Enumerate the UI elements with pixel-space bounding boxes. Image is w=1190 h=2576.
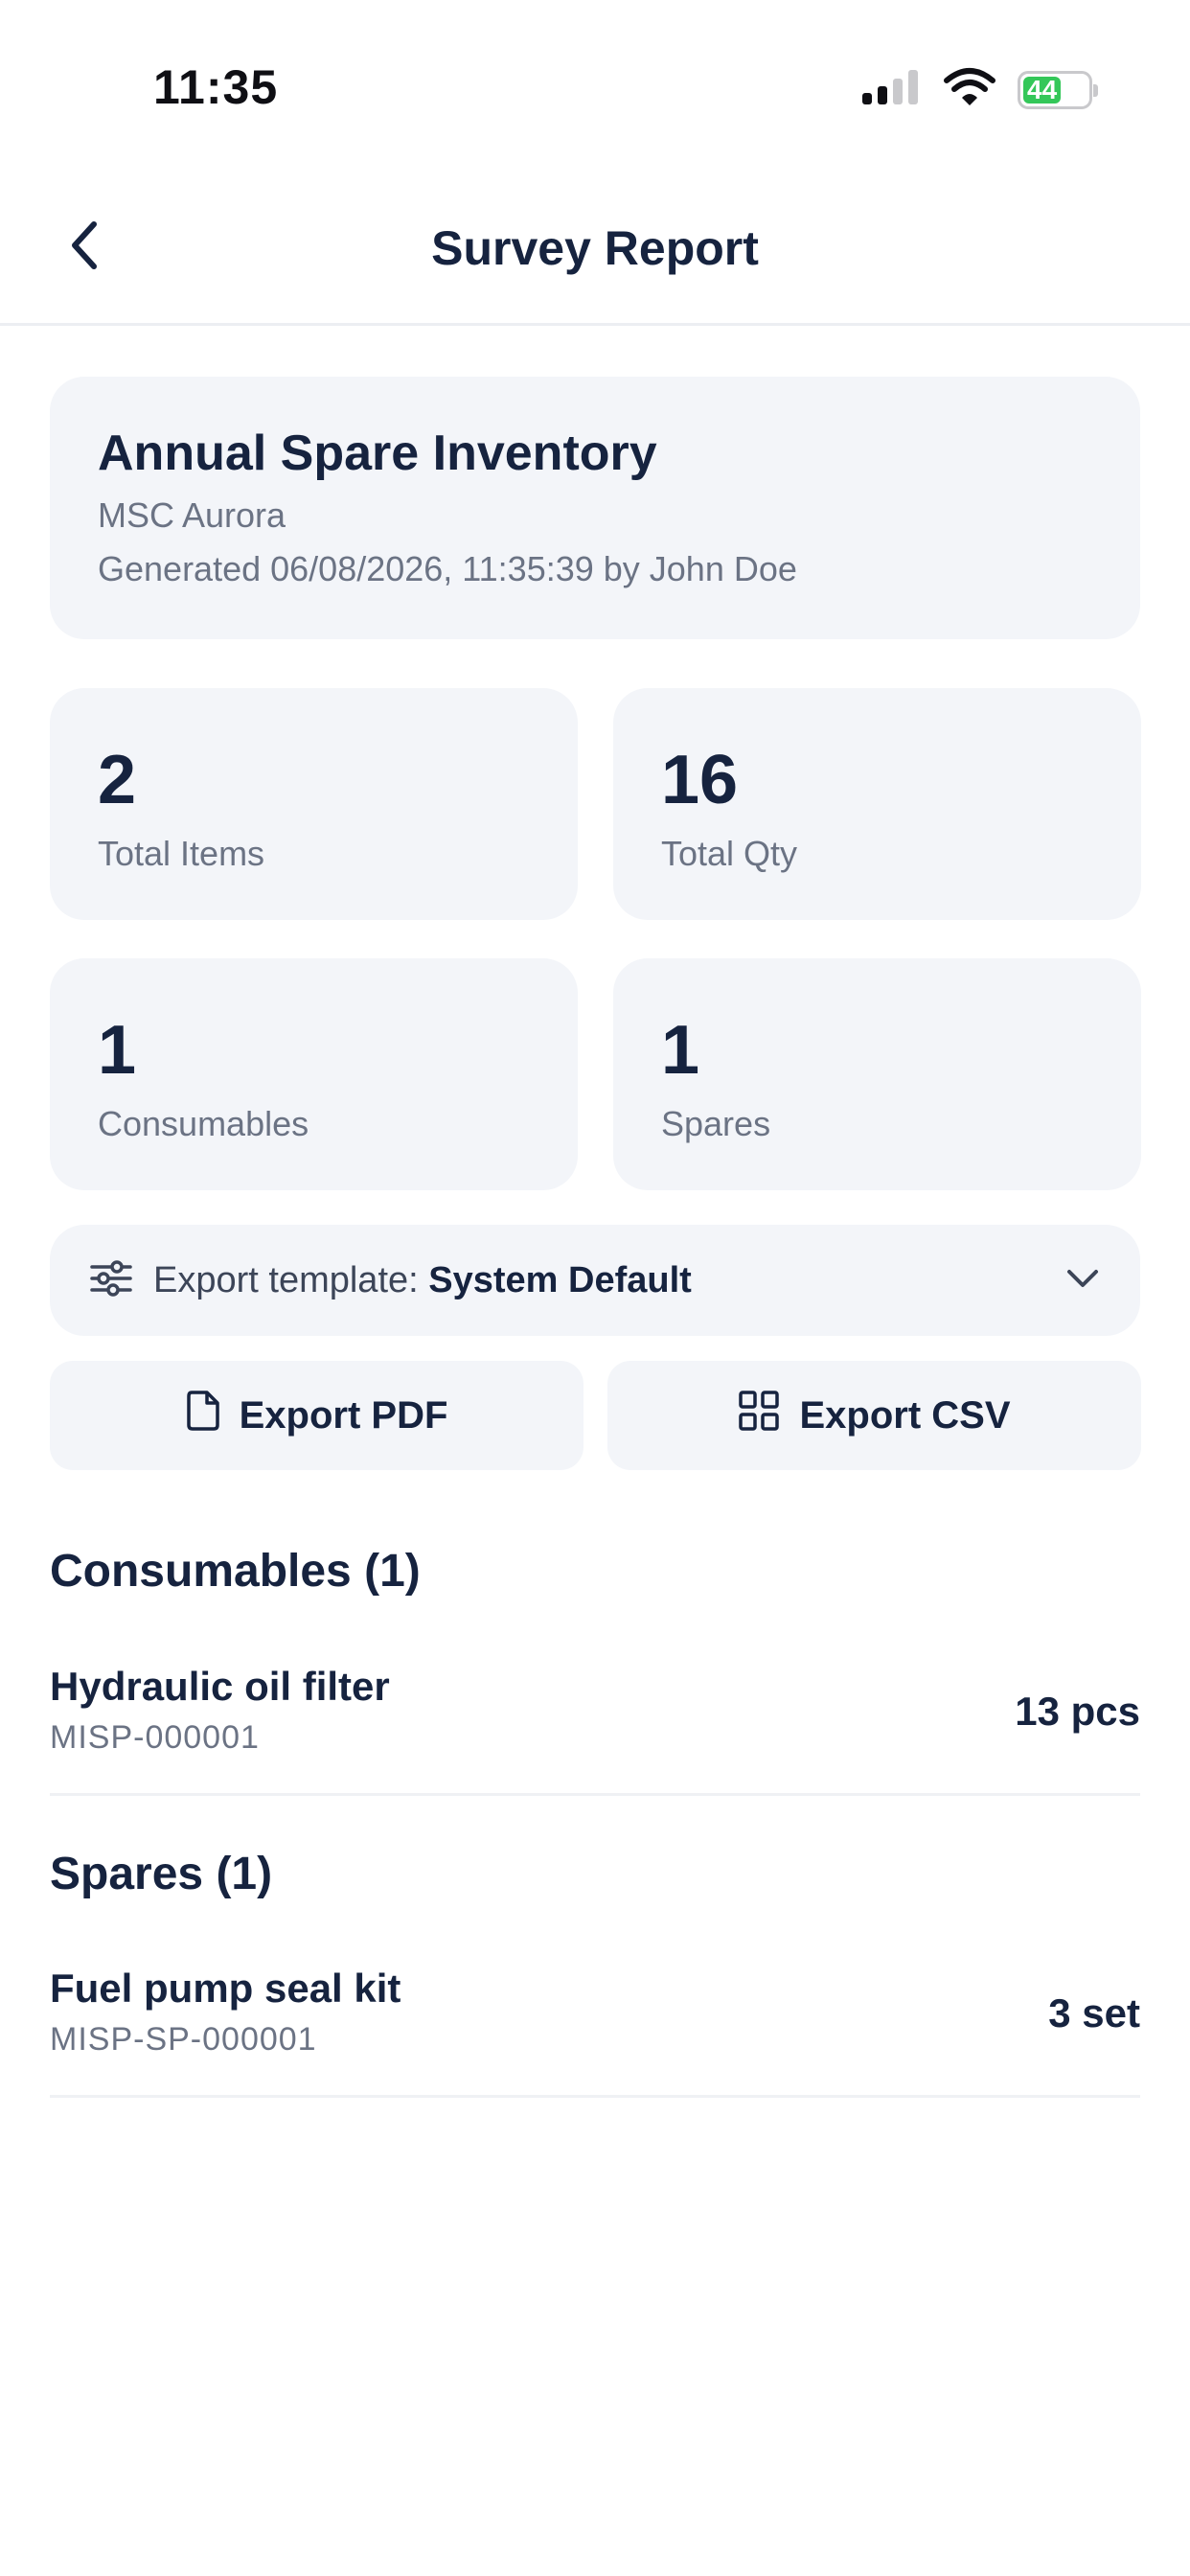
wifi-icon — [943, 67, 996, 112]
stat-value: 16 — [661, 742, 739, 818]
sliders-icon — [90, 1259, 132, 1302]
export-template-label: Export template: — [153, 1259, 419, 1300]
stat-value: 2 — [98, 742, 137, 818]
report-summary-card: Annual Spare Inventory MSC Aurora Genera… — [50, 377, 1140, 639]
chevron-down-icon — [1065, 1267, 1100, 1295]
stat-card-total-items: 2 Total Items — [50, 688, 578, 920]
grid-icon — [738, 1390, 780, 1441]
stat-value: 1 — [98, 1012, 137, 1089]
battery-nub — [1093, 83, 1098, 97]
item-name: Hydraulic oil filter — [50, 1664, 390, 1709]
item-code: MISP-000001 — [50, 1719, 260, 1756]
stat-label: Spares — [661, 1104, 771, 1143]
list-item[interactable]: Hydraulic oil filter MISP-000001 13 pcs — [50, 1664, 1140, 1796]
export-csv-label: Export CSV — [799, 1393, 1011, 1437]
status-bar: 11:35 44 — [0, 0, 1190, 172]
export-template-text: Export template: System Default — [153, 1260, 1065, 1301]
page-title: Survey Report — [431, 221, 759, 275]
generated-info: Generated 06/08/2026, 11:35:39 by John D… — [98, 549, 797, 588]
item-name: Fuel pump seal kit — [50, 1966, 401, 2011]
status-time: 11:35 — [153, 60, 279, 114]
vessel-name: MSC Aurora — [98, 495, 286, 535]
status-icons: 44 — [860, 67, 1098, 112]
export-pdf-label: Export PDF — [239, 1393, 448, 1437]
stat-card-consumables: 1 Consumables — [50, 958, 578, 1190]
export-template-select[interactable]: Export template: System Default — [50, 1225, 1140, 1336]
export-template-value: System Default — [428, 1259, 692, 1300]
nav-bar: Survey Report — [0, 172, 1190, 326]
section-heading-spares: Spares (1) — [50, 1849, 273, 1899]
stat-card-spares: 1 Spares — [613, 958, 1141, 1190]
stat-label: Total Qty — [661, 834, 798, 873]
stat-label: Consumables — [98, 1104, 309, 1143]
cellular-signal-icon — [860, 68, 922, 111]
item-qty: 13 pcs — [1015, 1689, 1140, 1734]
stat-value: 1 — [661, 1012, 700, 1089]
battery-icon: 44 — [1018, 70, 1098, 109]
export-csv-button[interactable]: Export CSV — [607, 1361, 1141, 1470]
stat-label: Total Items — [98, 834, 265, 873]
file-icon — [186, 1390, 220, 1441]
item-qty: 3 set — [1048, 1990, 1140, 2036]
export-pdf-button[interactable]: Export PDF — [50, 1361, 584, 1470]
report-title: Annual Spare Inventory — [98, 426, 657, 481]
battery-level: 44 — [1023, 75, 1062, 104]
list-item[interactable]: Fuel pump seal kit MISP-SP-000001 3 set — [50, 1966, 1140, 2098]
item-code: MISP-SP-000001 — [50, 2021, 317, 2058]
stat-card-total-qty: 16 Total Qty — [613, 688, 1141, 920]
section-heading-consumables: Consumables (1) — [50, 1546, 421, 1597]
